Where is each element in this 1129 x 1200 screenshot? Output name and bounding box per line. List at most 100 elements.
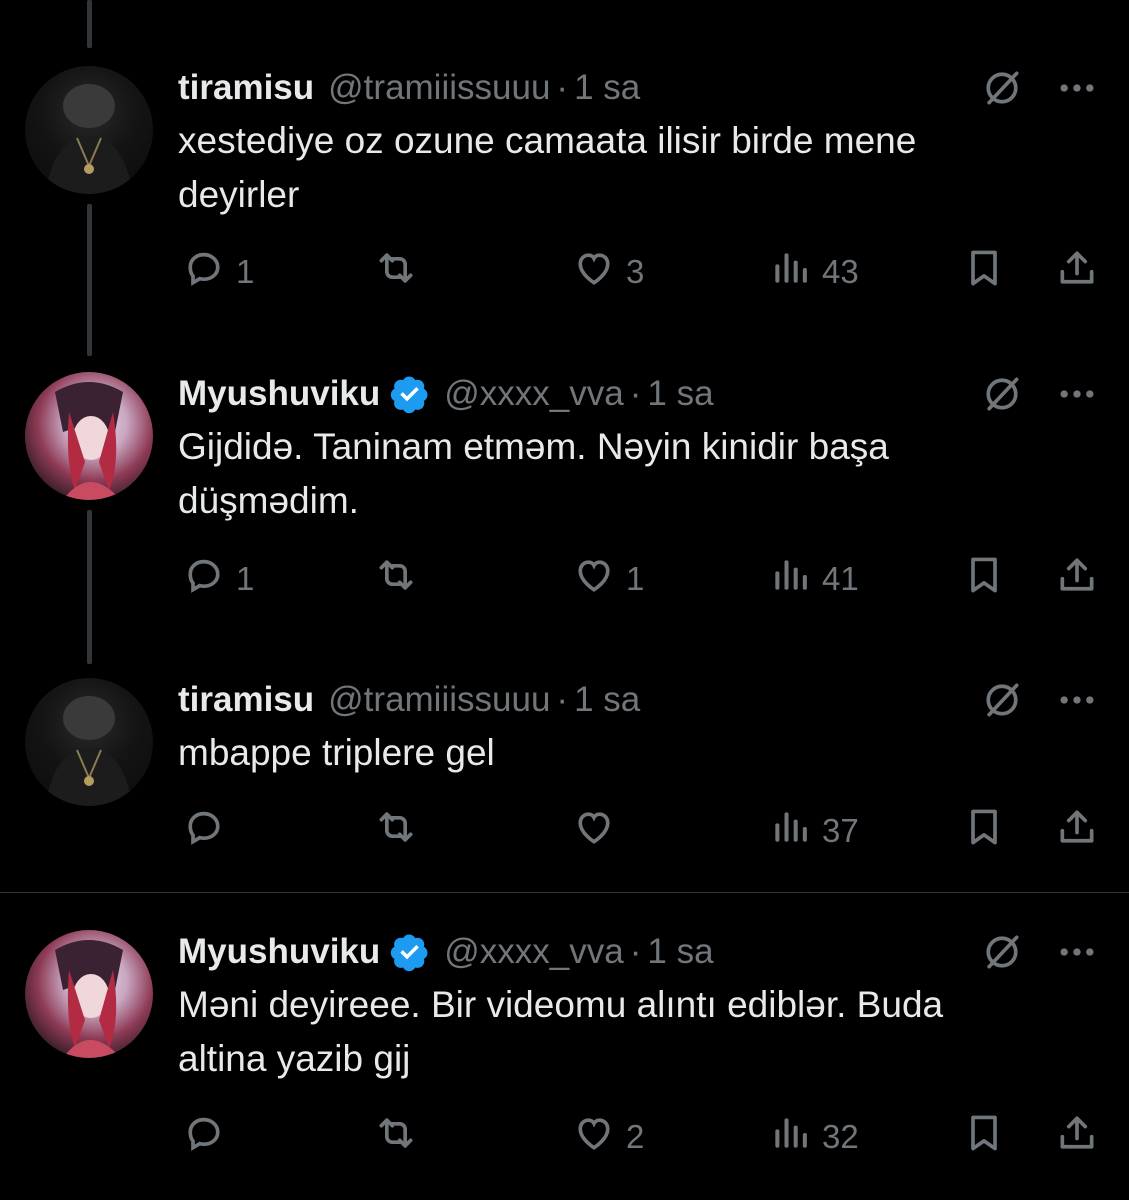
more-icon[interactable]: [1055, 372, 1099, 416]
reply-button[interactable]: [182, 807, 236, 855]
views-icon: [768, 1111, 812, 1163]
avatar[interactable]: [25, 66, 153, 194]
share-button[interactable]: [1055, 248, 1099, 296]
retweet-button[interactable]: [374, 807, 428, 855]
like-icon: [572, 805, 616, 857]
user-handle[interactable]: @xxxx_vva: [444, 932, 623, 972]
views-count: 43: [822, 253, 859, 290]
tweet-header: Myushuviku @xxxx_vva · 1 sa: [178, 372, 714, 416]
tweet-actions: 37: [0, 807, 1129, 855]
share-icon: [1055, 553, 1099, 605]
divider: [0, 892, 1129, 893]
timestamp[interactable]: 1 sa: [574, 680, 640, 720]
views-button[interactable]: 41: [768, 555, 859, 603]
thread-line: [87, 0, 92, 48]
tweet-text-line: düşmədim.: [178, 480, 359, 521]
display-name[interactable]: tiramisu: [178, 680, 314, 720]
retweet-button[interactable]: [374, 1113, 428, 1161]
views-icon: [768, 246, 812, 298]
views-button[interactable]: 37: [768, 807, 859, 855]
timestamp[interactable]: 1 sa: [647, 932, 713, 972]
grok-slash-icon[interactable]: [980, 678, 1024, 722]
tweet-header: Myushuviku @xxxx_vva · 1 sa: [178, 930, 714, 974]
retweet-button[interactable]: [374, 248, 428, 296]
like-button[interactable]: 2: [572, 1113, 644, 1161]
reply-icon: [182, 246, 226, 298]
retweet-icon: [374, 805, 418, 857]
tweet-header: tiramisu @tramiiissuuu · 1 sa: [178, 66, 640, 110]
reply-button[interactable]: 1: [182, 555, 254, 603]
reply-button[interactable]: [182, 1113, 236, 1161]
likes-count: 1: [626, 560, 645, 597]
tweet-actions: 2 32: [0, 1113, 1129, 1161]
avatar[interactable]: [25, 372, 153, 500]
reply-icon: [182, 553, 226, 605]
display-name[interactable]: Myushuviku: [178, 932, 380, 972]
bookmark-icon: [962, 1111, 1006, 1163]
avatar[interactable]: [25, 678, 153, 806]
bookmark-icon: [962, 805, 1006, 857]
like-button[interactable]: 3: [572, 248, 644, 296]
views-count: 37: [822, 812, 859, 849]
verified-badge-icon: [391, 934, 428, 972]
share-button[interactable]: [1055, 1113, 1099, 1161]
retweet-icon: [374, 246, 418, 298]
like-icon: [572, 1111, 616, 1163]
separator-dot: ·: [629, 374, 642, 413]
retweet-icon: [374, 553, 418, 605]
tweet-actions: 1 3 43: [0, 248, 1129, 296]
views-count: 32: [822, 1118, 859, 1155]
timestamp[interactable]: 1 sa: [647, 374, 713, 414]
bookmark-icon: [962, 553, 1006, 605]
tweet-header: tiramisu @tramiiissuuu · 1 sa: [178, 678, 640, 722]
tweet-text: Gijdidə. Taninam etməm. Nəyin kinidir ba…: [178, 420, 1078, 528]
bookmark-button[interactable]: [962, 248, 1006, 296]
views-button[interactable]: 32: [768, 1113, 859, 1161]
user-handle[interactable]: @tramiiissuuu: [328, 68, 550, 108]
views-count: 41: [822, 560, 859, 597]
bookmark-button[interactable]: [962, 807, 1006, 855]
like-icon: [572, 553, 616, 605]
avatar[interactable]: [25, 930, 153, 1058]
like-button[interactable]: [572, 807, 626, 855]
grok-slash-icon[interactable]: [980, 930, 1024, 974]
tweet-text-line: xestediye oz ozune camaata ilisir birde …: [178, 120, 917, 161]
verified-badge-icon: [391, 376, 428, 414]
like-icon: [572, 246, 616, 298]
user-handle[interactable]: @tramiiissuuu: [328, 680, 550, 720]
bookmark-button[interactable]: [962, 555, 1006, 603]
grok-slash-icon[interactable]: [980, 372, 1024, 416]
views-button[interactable]: 43: [768, 248, 859, 296]
tweet-text-line: mbappe triplere gel: [178, 732, 495, 773]
retweet-icon: [374, 1111, 418, 1163]
share-button[interactable]: [1055, 555, 1099, 603]
reply-button[interactable]: 1: [182, 248, 254, 296]
display-name[interactable]: tiramisu: [178, 68, 314, 108]
grok-slash-icon[interactable]: [980, 66, 1024, 110]
bookmark-button[interactable]: [962, 1113, 1006, 1161]
tweet-text: mbappe triplere gel: [178, 726, 1078, 780]
like-button[interactable]: 1: [572, 555, 644, 603]
share-icon: [1055, 1111, 1099, 1163]
retweet-button[interactable]: [374, 555, 428, 603]
share-button[interactable]: [1055, 807, 1099, 855]
replies-count: 1: [236, 560, 255, 597]
more-icon[interactable]: [1055, 66, 1099, 110]
views-icon: [768, 805, 812, 857]
likes-count: 2: [626, 1118, 645, 1155]
display-name[interactable]: Myushuviku: [178, 374, 380, 414]
likes-count: 3: [626, 253, 645, 290]
user-handle[interactable]: @xxxx_vva: [444, 374, 623, 414]
share-icon: [1055, 246, 1099, 298]
tweet-text: Məni deyireee. Bir videomu alıntı ediblə…: [178, 978, 1078, 1086]
timestamp[interactable]: 1 sa: [574, 68, 640, 108]
views-icon: [768, 553, 812, 605]
tweet-text-line: Məni deyireee. Bir videomu alıntı ediblə…: [178, 984, 944, 1025]
share-icon: [1055, 805, 1099, 857]
more-icon[interactable]: [1055, 678, 1099, 722]
replies-count: 1: [236, 253, 255, 290]
tweet-text: xestediye oz ozune camaata ilisir birde …: [178, 114, 1078, 222]
more-icon[interactable]: [1055, 930, 1099, 974]
tweet-text-line: altina yazib gij: [178, 1038, 411, 1079]
tweet-text-line: Gijdidə. Taninam etməm. Nəyin kinidir ba…: [178, 426, 889, 467]
